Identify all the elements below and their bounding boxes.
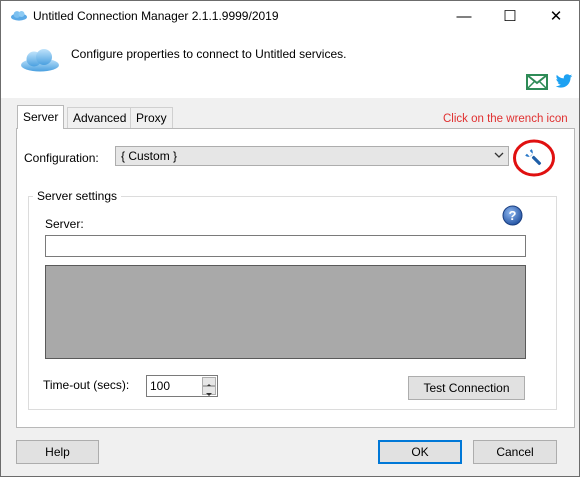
tab-proxy[interactable]: Proxy xyxy=(130,107,173,128)
spin-down-button[interactable] xyxy=(202,386,216,396)
tab-advanced[interactable]: Advanced xyxy=(67,107,133,128)
question-icon[interactable]: ? xyxy=(502,205,523,226)
wrench-icon[interactable] xyxy=(512,138,556,178)
tab-server[interactable]: Server xyxy=(17,105,65,129)
minimize-button[interactable]: — xyxy=(441,1,487,31)
title-bar: Untitled Connection Manager 2.1.1.9999/2… xyxy=(1,1,579,31)
configuration-select[interactable]: { Custom } xyxy=(115,146,509,166)
cancel-button[interactable]: Cancel xyxy=(473,440,557,464)
server-input[interactable] xyxy=(45,235,526,257)
timeout-stepper[interactable]: 100 xyxy=(146,375,218,397)
close-button[interactable]: ✕ xyxy=(533,1,579,31)
header-description: Configure properties to connect to Untit… xyxy=(71,47,347,61)
minimize-icon: — xyxy=(456,7,472,25)
chevron-down-icon xyxy=(206,393,212,396)
spin-up-button[interactable] xyxy=(202,377,216,387)
help-button[interactable]: Help xyxy=(16,440,99,464)
test-connection-button[interactable]: Test Connection xyxy=(408,376,525,400)
cloud-icon xyxy=(11,11,27,21)
configuration-label: Configuration: xyxy=(24,151,99,165)
server-label: Server: xyxy=(45,217,84,231)
mail-icon[interactable] xyxy=(526,74,548,90)
window-title: Untitled Connection Manager 2.1.1.9999/2… xyxy=(33,9,279,23)
maximize-icon: ☐ xyxy=(503,8,517,25)
ok-button[interactable]: OK xyxy=(378,440,462,464)
wrench-hint: Click on the wrench icon xyxy=(443,113,568,125)
twitter-icon[interactable] xyxy=(555,72,573,90)
cloud-icon xyxy=(21,49,59,72)
timeout-label: Time-out (secs): xyxy=(43,378,130,392)
server-info-area xyxy=(45,265,526,359)
connection-manager-window: Untitled Connection Manager 2.1.1.9999/2… xyxy=(0,0,580,477)
chevron-down-icon xyxy=(494,152,504,158)
timeout-value: 100 xyxy=(150,379,171,393)
configuration-selected-value: { Custom } xyxy=(121,149,178,163)
header-banner: Configure properties to connect to Untit… xyxy=(1,31,579,98)
close-icon: ✕ xyxy=(549,8,563,25)
svg-text:?: ? xyxy=(509,208,517,223)
server-settings-title: Server settings xyxy=(33,189,122,203)
maximize-button[interactable]: ☐ xyxy=(487,1,533,31)
